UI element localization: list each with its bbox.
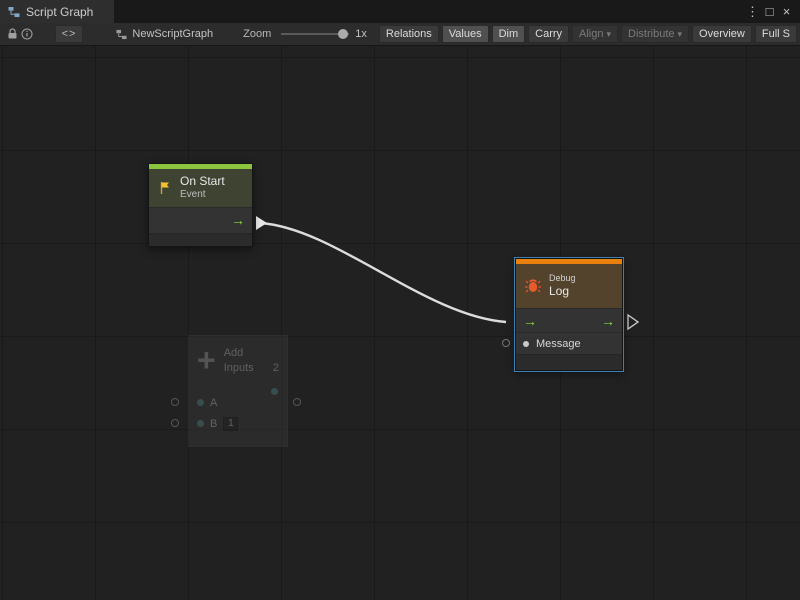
window-controls: ⋮ □ × — [744, 0, 800, 23]
port-proximity-circle — [502, 339, 510, 347]
control-input-port[interactable]: → — [523, 314, 537, 328]
info-icon[interactable] — [20, 28, 35, 40]
window-menu-button[interactable]: ⋮ — [744, 0, 761, 23]
add-port-a-row: A — [189, 392, 287, 413]
zoom-label: Zoom — [243, 28, 271, 40]
port-b-label: B — [210, 418, 217, 430]
node-debug-log[interactable]: Debug Log → → Message — [515, 258, 623, 371]
script-graph-window: Script Graph ⋮ □ × <> — [0, 0, 800, 600]
dim-label: Dim — [499, 28, 519, 40]
relations-label: Relations — [386, 28, 432, 40]
node-on-start[interactable]: On Start Event → — [148, 163, 253, 247]
plus-icon: + — [197, 346, 216, 375]
message-port-label: Message — [536, 338, 581, 350]
connection-start-arrow — [256, 216, 267, 230]
control-connection[interactable] — [260, 223, 506, 322]
align-label: Align — [579, 28, 603, 40]
port-b-dot[interactable] — [197, 420, 204, 427]
chevron-down-icon: ▾ — [607, 29, 612, 40]
debug-footer — [516, 354, 622, 370]
carry-toggle[interactable]: Carry — [528, 25, 569, 43]
on-start-header: On Start Event — [149, 169, 252, 207]
port-proximity-circle — [171, 419, 179, 427]
debug-header: Debug Log — [516, 264, 622, 308]
align-dropdown[interactable]: Align ▾ — [572, 25, 618, 43]
distribute-dropdown[interactable]: Distribute ▾ — [621, 25, 689, 43]
debug-message-row: Message — [516, 332, 622, 354]
node-add-dimmed[interactable]: + Add Inputs 2 A B 1 — [188, 335, 288, 447]
add-output-port[interactable] — [271, 388, 278, 395]
zoom-value: 1x — [355, 28, 367, 40]
overview-button[interactable]: Overview — [692, 25, 752, 43]
lock-icon[interactable] — [5, 28, 20, 40]
tab-script-graph[interactable]: Script Graph — [0, 0, 114, 23]
values-label: Values — [449, 28, 482, 40]
flow-continuation-arrow — [628, 315, 638, 329]
add-header: + Add Inputs 2 — [189, 336, 287, 392]
port-proximity-circle — [293, 398, 301, 406]
on-start-port-row: → — [149, 207, 252, 233]
control-output-port[interactable]: → — [231, 213, 245, 227]
script-graph-icon — [8, 6, 20, 18]
add-label-line2: Inputs — [224, 361, 254, 376]
add-port-b-row: B 1 — [189, 413, 287, 434]
graph-asset-name: NewScriptGraph — [132, 28, 213, 40]
port-a-dot[interactable] — [197, 399, 204, 406]
values-toggle[interactable]: Values — [442, 25, 489, 43]
control-output-port[interactable]: → — [601, 314, 615, 328]
chevron-down-icon: ▾ — [678, 29, 683, 40]
zoom-slider[interactable] — [281, 33, 349, 35]
tab-title: Script Graph — [26, 5, 93, 19]
flag-icon — [157, 180, 173, 196]
relations-toggle[interactable]: Relations — [379, 25, 439, 43]
connection-layer — [0, 46, 800, 600]
on-start-footer — [149, 233, 252, 246]
port-a-label: A — [210, 397, 217, 409]
debug-flow-row: → → — [516, 308, 622, 332]
graph-toolbar: <> NewScriptGraph Zoom 1x Relations Valu… — [0, 23, 800, 46]
overview-label: Overview — [699, 28, 745, 40]
carry-label: Carry — [535, 28, 562, 40]
add-label-line1: Add — [224, 346, 279, 361]
node-title: Log — [549, 284, 576, 299]
message-input-port[interactable] — [523, 341, 529, 347]
node-category: Debug — [549, 273, 576, 284]
fullscreen-label: Full S — [762, 28, 790, 40]
fullscreen-button[interactable]: Full S — [755, 25, 797, 43]
graph-canvas[interactable]: On Start Event → Debu — [0, 46, 800, 600]
bug-icon — [524, 277, 542, 295]
window-maximize-button[interactable]: □ — [761, 0, 778, 23]
code-icon: <> — [62, 28, 77, 40]
edit-code-button[interactable]: <> — [55, 25, 84, 43]
distribute-label: Distribute — [628, 28, 674, 40]
port-b-value-field[interactable]: 1 — [223, 417, 238, 431]
titlebar: Script Graph ⋮ □ × — [0, 0, 800, 23]
add-input-count[interactable]: 2 — [273, 361, 279, 376]
dim-toggle[interactable]: Dim — [492, 25, 526, 43]
window-close-button[interactable]: × — [778, 0, 795, 23]
node-title: On Start — [180, 174, 225, 189]
port-proximity-circle — [171, 398, 179, 406]
zoom-slider-thumb[interactable] — [338, 29, 348, 39]
graph-asset-icon — [116, 29, 127, 40]
node-subtitle: Event — [180, 189, 225, 202]
graph-asset[interactable]: NewScriptGraph — [116, 28, 213, 40]
